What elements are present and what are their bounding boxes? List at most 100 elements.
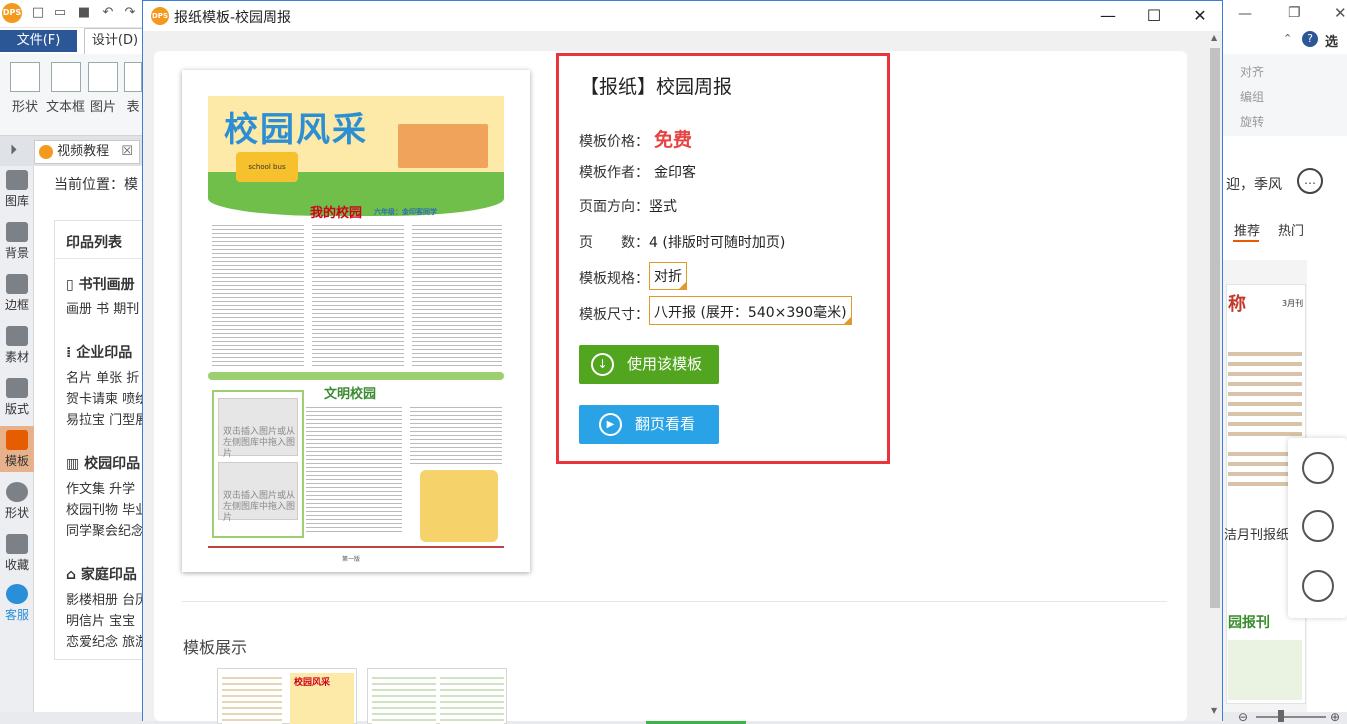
message-icon[interactable]: … — [1297, 168, 1323, 194]
category-item[interactable]: 作文集 升学 — [66, 478, 135, 497]
rail-gallery[interactable]: 图库 — [0, 170, 34, 209]
zoom-slider[interactable] — [1256, 716, 1326, 718]
use-template-button[interactable]: ↓ 使用该模板 — [579, 345, 719, 384]
template-title: 【报纸】校园周报 — [580, 76, 733, 98]
category-family[interactable]: ⌂ 家庭印品 — [66, 564, 137, 584]
rail-favorites[interactable]: 收藏 — [0, 534, 34, 573]
preview-caption: 园报刊 — [1228, 615, 1270, 631]
restore-icon[interactable]: ❐ — [1288, 5, 1301, 21]
showcase-thumb[interactable] — [367, 668, 507, 724]
scroll-down-icon[interactable]: ▼ — [1211, 706, 1217, 715]
dialog-app-icon: DPS — [151, 7, 169, 25]
rotate-button[interactable]: 旋转 — [1240, 113, 1264, 130]
rail-layout[interactable]: 版式 — [0, 378, 34, 417]
ribbon-shape-button[interactable]: 形状 — [10, 62, 40, 115]
zoom-slider-thumb[interactable] — [1278, 710, 1284, 722]
ribbon-textbox-button[interactable]: 文本框 — [46, 62, 85, 115]
image-placeholder[interactable]: 双击插入图片或从左侧图库中拖入图片 — [218, 398, 298, 459]
ribbon-collapse-icon[interactable]: ⌃ — [1283, 32, 1292, 45]
scroll-up-icon[interactable]: ▲ — [1211, 33, 1217, 42]
dialog-minimize-button[interactable]: — — [1085, 1, 1131, 31]
category-item[interactable]: 易拉宝 门型展 — [66, 409, 148, 428]
customer-service-icon[interactable] — [1302, 570, 1334, 602]
pages-label: 页 数： — [579, 235, 649, 251]
download-icon: ↓ — [591, 353, 614, 376]
author-value: 金印客 — [654, 165, 696, 181]
ribbon-table-button[interactable]: 表 — [124, 62, 142, 115]
dialog-maximize-button[interactable]: ☐ — [1131, 1, 1177, 31]
tab-file[interactable]: 文件(F) — [0, 30, 77, 52]
chat-icon — [6, 584, 28, 604]
category-item[interactable]: 明信片 宝宝 — [66, 610, 135, 629]
category-item[interactable]: 画册 书 期刊 — [66, 298, 139, 317]
active-tab-indicator — [1233, 240, 1259, 242]
minimize-icon[interactable]: — — [1238, 6, 1252, 22]
poster-section-subtitle: 六年级：金印客同学 — [374, 208, 437, 216]
book-icon: ▯ — [66, 277, 79, 293]
tab-recommended[interactable]: 推荐 — [1234, 220, 1260, 239]
category-item[interactable]: 名片 单张 折 — [66, 367, 139, 386]
welcome-text: 迎，季风 — [1226, 177, 1282, 193]
pages-value: 4 (排版时可随时加页) — [649, 235, 786, 251]
scrollbar-thumb[interactable] — [1210, 48, 1220, 608]
open-folder-icon[interactable]: ▭ — [52, 5, 68, 21]
rail-background[interactable]: 背景 — [0, 222, 34, 261]
dropdown-corner-icon — [678, 281, 687, 290]
new-file-icon[interactable]: □ — [30, 5, 46, 21]
category-books[interactable]: ▯ 书刊画册 — [66, 274, 135, 294]
image-placeholder[interactable]: 双击插入图片或从左侧图库中拖入图片 — [218, 462, 298, 523]
wechat-icon[interactable] — [1302, 510, 1334, 542]
tab-design[interactable]: 设计(D) — [84, 28, 146, 54]
group-button[interactable]: 编组 — [1240, 88, 1264, 105]
size-select[interactable]: 八开报 (展开：540×390毫米) — [649, 296, 852, 325]
category-item[interactable]: 同学聚会纪念 — [66, 520, 144, 539]
poster-page-number: 第一版 — [342, 556, 361, 563]
rail-shape[interactable]: 形状 — [0, 482, 34, 521]
flip-preview-button[interactable]: ▶ 翻页看看 — [579, 405, 719, 444]
zoom-out-icon[interactable]: ⊖ — [1238, 710, 1248, 724]
zoom-in-icon[interactable]: ⊕ — [1330, 710, 1340, 724]
spec-select[interactable]: 对折 — [649, 262, 687, 290]
rail-border[interactable]: 边框 — [0, 274, 34, 313]
category-item[interactable]: 校园刊物 毕业 — [66, 499, 148, 518]
background-icon — [6, 222, 28, 242]
category-item[interactable]: 贺卡请柬 喷绘 — [66, 388, 148, 407]
preview-issue-snippet: 3月刊 — [1282, 299, 1304, 308]
textbox-icon — [50, 62, 81, 92]
category-enterprise[interactable]: ⁞ 企业印品 — [66, 342, 132, 362]
category-item[interactable]: 恋爱纪念 旅游 — [66, 631, 148, 650]
undo-icon[interactable]: ↶ — [100, 5, 116, 21]
rail-support[interactable]: 客服 — [0, 584, 34, 623]
rail-template[interactable]: 模板 — [0, 426, 34, 472]
redo-icon[interactable]: ↷ — [122, 5, 138, 21]
category-campus[interactable]: ▥ 校园印品 — [66, 453, 140, 473]
qq-icon[interactable] — [1302, 452, 1334, 484]
close-icon[interactable]: ✕ — [1334, 4, 1347, 22]
assets-icon — [6, 326, 28, 346]
thumb-page-right — [440, 673, 504, 724]
dialog-title-bar[interactable] — [143, 1, 1222, 31]
ribbon-image-button[interactable]: 图片 — [88, 62, 118, 115]
poster-text-column — [412, 222, 502, 368]
poster-text-column — [306, 404, 402, 534]
save-icon[interactable]: ■ — [76, 5, 92, 21]
enterprise-icon: ⁞ — [66, 345, 77, 361]
thumb-page-left — [372, 673, 436, 724]
dialog-close-button[interactable]: ✕ — [1177, 1, 1223, 31]
price-label: 模板价格： — [579, 134, 649, 150]
category-item[interactable]: 影楼相册 台历 — [66, 589, 148, 608]
align-button[interactable]: 对齐 — [1240, 63, 1264, 80]
document-tab-video-tutorial[interactable]: 视频教程 ☒ — [34, 140, 140, 164]
section-divider — [182, 601, 1167, 602]
collapse-panel-icon[interactable]: ⏵ — [10, 142, 17, 158]
school-building-illustration — [398, 124, 488, 168]
breadcrumb: 当前位置：模 — [54, 177, 138, 193]
close-tab-icon[interactable]: ☒ — [121, 144, 133, 159]
poster-title: 校园风采 — [224, 110, 368, 150]
tab-popular[interactable]: 热门 — [1278, 220, 1304, 239]
rail-assets[interactable]: 素材 — [0, 326, 34, 365]
showcase-thumb[interactable]: 校园风采 — [217, 668, 357, 724]
help-icon[interactable]: ? — [1302, 31, 1318, 47]
size-label: 模板尺寸： — [579, 307, 649, 323]
preview-thumb — [1228, 640, 1302, 700]
